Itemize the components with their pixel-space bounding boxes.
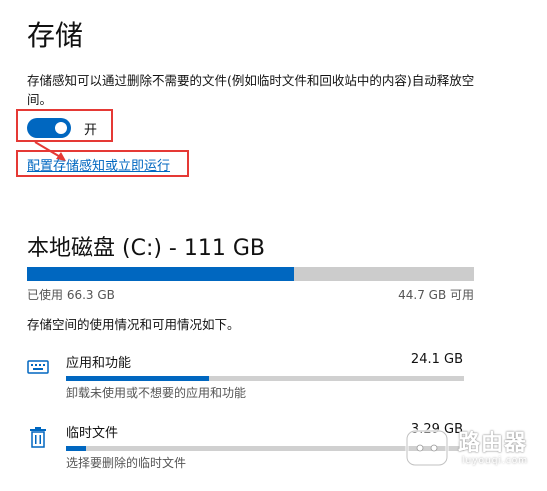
disk-usage-fill	[27, 267, 294, 281]
category-size: 24.1 GB	[410, 352, 463, 367]
disk-title: 本地磁盘 (C:) - 111 GB	[27, 236, 265, 261]
disk-free-label: 44.7 GB 可用	[398, 288, 474, 302]
category-name: 临时文件	[66, 426, 119, 441]
trash-icon	[30, 427, 46, 448]
category-description: 选择要删除的临时文件	[66, 456, 187, 470]
keyboard-icon	[27, 360, 49, 374]
category-description: 卸载未使用或不想要的应用和功能	[66, 386, 247, 400]
category-apps[interactable]: 应用和功能 24.1 GB 卸载未使用或不想要的应用和功能	[0, 348, 547, 400]
configure-storage-sense-link[interactable]: 配置存储感知或立即运行	[27, 155, 170, 174]
category-bar-fill	[66, 446, 86, 451]
category-name: 应用和功能	[66, 356, 132, 371]
watermark-subtext: luyouqi.com	[462, 456, 529, 466]
watermark-text: 路由器	[458, 431, 528, 456]
category-bar-fill	[66, 376, 209, 381]
disk-used-label: 已使用 66.3 GB	[27, 288, 115, 302]
storage-info-text: 存储空间的使用情况和可用情况如下。	[27, 317, 240, 332]
